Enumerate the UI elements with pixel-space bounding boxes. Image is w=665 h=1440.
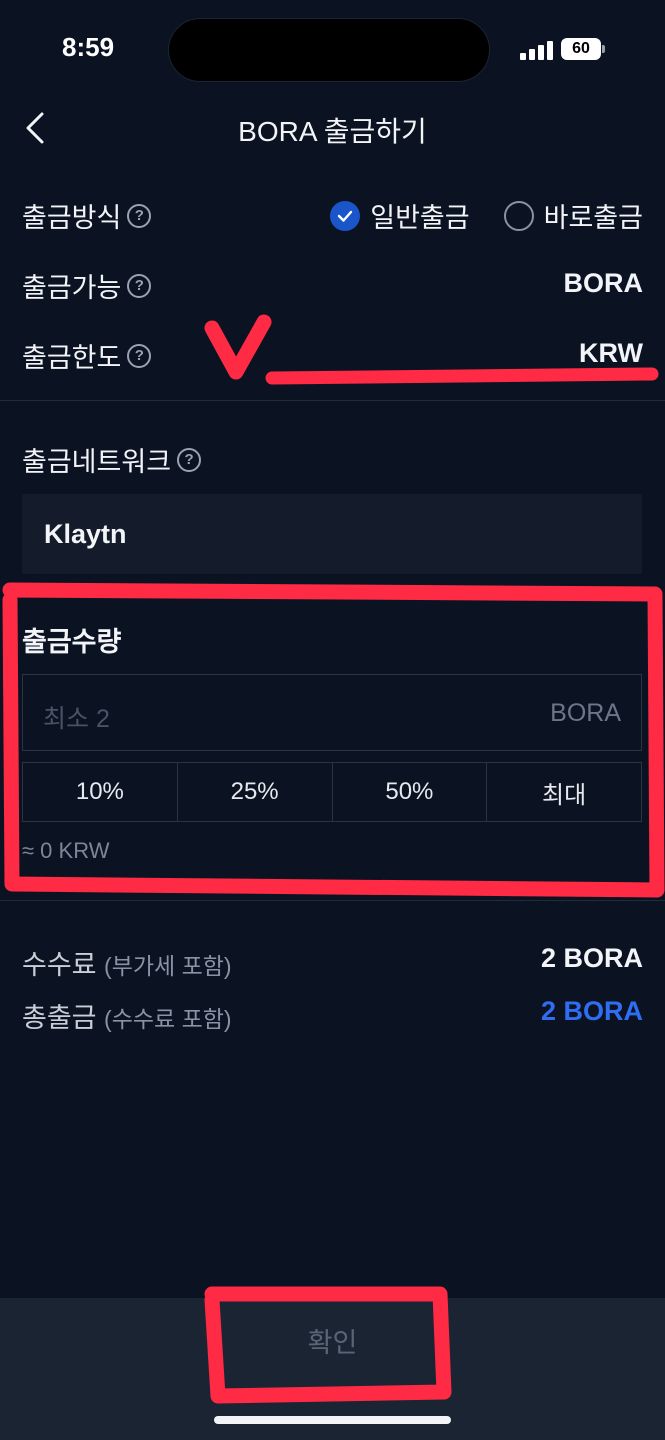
radio-normal-withdraw[interactable]: 일반출금 (330, 196, 470, 235)
percent-buttons: 10% 25% 50% 최대 (22, 762, 642, 822)
quantity-unit: BORA (550, 699, 621, 727)
withdraw-method-options: 일반출금 바로출금 (330, 196, 643, 235)
annotation-checkmark (204, 314, 272, 380)
percent-50-button[interactable]: 50% (333, 763, 488, 821)
withdraw-method-label: 출금방식 ? (22, 196, 152, 235)
total-label: 총출금 (수수료 포함) (22, 996, 232, 1035)
radio-normal-label: 일반출금 (370, 203, 470, 233)
percent-10-button[interactable]: 10% (23, 763, 178, 821)
fee-note: (부가세 포함) (104, 953, 232, 979)
home-indicator (214, 1416, 451, 1424)
radio-unchecked-icon (503, 200, 534, 231)
fee-label: 수수료 (부가세 포함) (22, 943, 232, 982)
signal-icon (520, 40, 554, 60)
withdraw-limit-value: KRW (579, 338, 643, 368)
radio-checked-icon (330, 200, 361, 231)
page-title: BORA 출금하기 (238, 116, 427, 147)
quantity-placeholder: 최소 2 (43, 705, 110, 733)
network-value: Klaytn (44, 519, 127, 549)
withdraw-available-text: 출금가능 (22, 273, 122, 303)
quantity-input[interactable]: 최소 2 BORA (22, 674, 642, 751)
help-icon[interactable]: ? (127, 203, 152, 228)
battery-icon: 60 (561, 38, 601, 60)
total-label-text: 총출금 (22, 1003, 97, 1033)
divider (0, 400, 665, 401)
help-icon[interactable]: ? (127, 343, 152, 368)
network-select[interactable]: Klaytn (22, 494, 642, 574)
total-value: 2 BORA (540, 996, 643, 1026)
dynamic-island (168, 18, 490, 82)
withdraw-limit-label: 출금한도 ? (22, 336, 152, 375)
help-icon[interactable]: ? (177, 447, 202, 472)
withdraw-limit-text: 출금한도 (22, 343, 122, 373)
bottom-bar: 확인 (0, 1298, 665, 1440)
divider (0, 900, 665, 901)
fee-value: 2 BORA (540, 943, 643, 973)
network-label: 출금네트워크 ? (22, 440, 202, 479)
help-icon[interactable]: ? (127, 273, 152, 298)
status-time: 8:59 (62, 32, 115, 62)
total-note: (수수료 포함) (104, 1006, 232, 1032)
quantity-label: 출금수량 (22, 627, 122, 657)
battery-tip (602, 45, 605, 53)
percent-25-button[interactable]: 25% (178, 763, 333, 821)
withdraw-available-value: BORA (563, 268, 644, 298)
radio-instant-withdraw[interactable]: 바로출금 (503, 196, 643, 235)
withdraw-available-label: 출금가능 ? (22, 266, 152, 305)
radio-instant-label: 바로출금 (543, 203, 643, 233)
annotation-underline (265, 367, 659, 385)
confirm-button[interactable]: 확인 (0, 1298, 665, 1382)
approx-krw: ≈ 0 KRW (22, 838, 110, 863)
network-label-text: 출금네트워크 (22, 447, 172, 477)
withdraw-method-text: 출금방식 (22, 203, 122, 233)
fee-label-text: 수수료 (22, 950, 97, 980)
max-button[interactable]: 최대 (487, 763, 641, 821)
